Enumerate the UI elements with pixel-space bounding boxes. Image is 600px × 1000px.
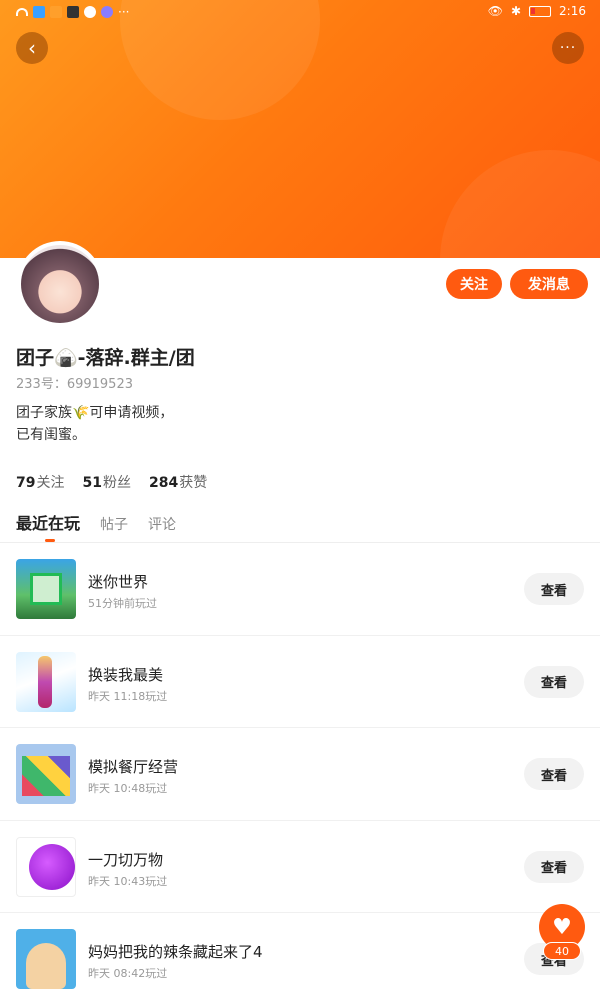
heart-icon: ♥ <box>552 914 572 940</box>
eye-icon: 👁 <box>487 4 503 18</box>
more-button[interactable]: ··· <box>552 32 584 64</box>
list-item[interactable]: 换装我最美 昨天 11:18玩过 查看 <box>0 636 600 728</box>
app-notification-icon <box>101 6 113 18</box>
game-thumbnail <box>16 651 76 712</box>
follow-button[interactable]: 关注 <box>446 269 502 299</box>
chat-icon <box>84 6 96 18</box>
more-icon: ··· <box>559 40 577 56</box>
list-item[interactable]: 妈妈把我的辣条藏起来了4 昨天 08:42玩过 查看 <box>0 913 600 1000</box>
tab-comments[interactable]: 评论 <box>148 514 176 534</box>
bio-line: 已有闺蜜。 <box>16 427 86 443</box>
app-notification-icon <box>50 6 62 18</box>
game-thumbnail <box>16 929 76 989</box>
app-notification-icon <box>33 6 45 18</box>
likes-stat[interactable]: 284获赞 <box>149 472 207 492</box>
status-time: 2:16 <box>559 4 586 18</box>
stats-bar: 79关注 51粉丝 284获赞 <box>16 472 207 492</box>
likes-label: 获赞 <box>179 475 208 491</box>
game-thumbnail <box>16 559 76 619</box>
following-label: 关注 <box>36 475 65 491</box>
game-name: 换装我最美 <box>88 665 164 684</box>
game-name: 模拟餐厅经营 <box>88 758 179 776</box>
like-count-badge: 40 <box>543 942 581 960</box>
played-time: 昨天 08:42玩过 <box>88 967 168 980</box>
wifi-icon <box>16 8 28 16</box>
tab-recently-played[interactable]: 最近在玩 <box>16 510 80 542</box>
likes-count: 284 <box>148 475 179 491</box>
game-name: 一刀切万物 <box>88 850 164 869</box>
fans-label: 粉丝 <box>102 475 131 491</box>
profile-banner <box>0 0 600 258</box>
played-time: 昨天 11:18玩过 <box>88 689 168 703</box>
user-id: 233号：69919523 <box>16 377 133 392</box>
battery-icon <box>529 5 552 17</box>
played-time: 昨天 10:43玩过 <box>88 874 168 888</box>
system-icons: 👁 ✱ 2:16 <box>488 4 586 18</box>
list-item[interactable]: 模拟餐厅经营 昨天 10:48玩过 查看 <box>0 728 600 821</box>
username: 团子🍙-落辞.群主/团 <box>16 347 195 369</box>
following-stat[interactable]: 79关注 <box>16 472 64 492</box>
tab-posts[interactable]: 帖子 <box>100 514 128 534</box>
bluetooth-icon: ✱ <box>510 4 522 18</box>
app-notification-icon <box>67 6 79 18</box>
fans-count: 51 <box>82 475 102 491</box>
view-button[interactable]: 查看 <box>524 573 584 605</box>
back-button[interactable]: ‹ <box>16 32 48 64</box>
avatar-image <box>21 245 99 323</box>
following-count: 79 <box>16 475 36 491</box>
view-button[interactable]: 查看 <box>524 850 584 883</box>
more-notifications-icon: ··· <box>118 5 130 19</box>
played-time: 51分钟前玩过 <box>88 597 157 610</box>
bio-line: 团子家族🌾可申请视频， <box>16 405 174 421</box>
notification-icons: ··· <box>16 5 129 19</box>
view-button[interactable]: 查看 <box>524 758 584 790</box>
fans-stat[interactable]: 51粉丝 <box>82 472 130 492</box>
list-item[interactable]: 迷你世界 51分钟前玩过 查看 <box>0 543 600 636</box>
avatar[interactable] <box>17 241 103 327</box>
game-name: 迷你世界 <box>88 573 149 591</box>
game-thumbnail <box>16 744 76 804</box>
banner-decoration <box>440 150 600 258</box>
game-thumbnail <box>16 836 76 897</box>
game-name: 妈妈把我的辣条藏起来了4 <box>88 943 263 961</box>
bio: 团子家族🌾可申请视频， 已有闺蜜。 <box>16 402 173 446</box>
profile-tabs: 最近在玩 帖子 评论 <box>16 510 176 542</box>
send-message-button[interactable]: 发消息 <box>510 269 588 299</box>
view-button[interactable]: 查看 <box>524 665 584 698</box>
recent-games-list: 迷你世界 51分钟前玩过 查看 换装我最美 昨天 11:18玩过 查看 模拟餐厅… <box>0 543 600 1000</box>
status-bar: ··· 👁 ✱ 2:16 <box>0 0 600 24</box>
played-time: 昨天 10:48玩过 <box>88 782 168 795</box>
chevron-left-icon: ‹ <box>28 36 36 60</box>
list-item[interactable]: 一刀切万物 昨天 10:43玩过 查看 <box>0 821 600 913</box>
